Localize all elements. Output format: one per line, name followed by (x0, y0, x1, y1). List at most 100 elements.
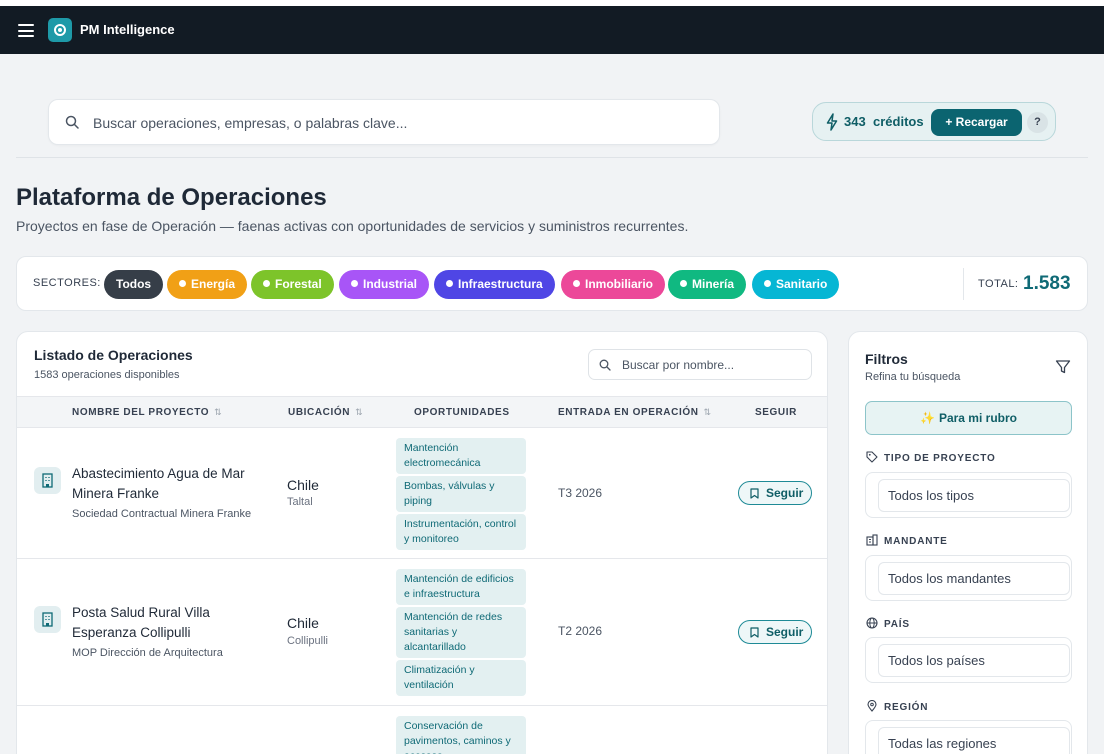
filters-panel: Filtros Refina tu búsqueda ✨ Para mi rubr… (848, 331, 1088, 754)
recharge-button[interactable]: + Recargar (931, 109, 1022, 136)
filter-group-type: Todos los tipos (865, 472, 1072, 518)
column-header-entry[interactable]: ENTRADA EN OPERACIÓN ⇅ (558, 407, 712, 418)
opportunity-tag: Instrumentación, control y monitoreo (396, 514, 526, 550)
rubro-label: Para mi rubro (938, 411, 1017, 425)
project-type-select[interactable]: Todos los tipos (878, 479, 1070, 512)
dot-icon (446, 280, 453, 287)
project-name[interactable]: Posta Salud Rural Villa Esperanza Collip… (72, 603, 272, 643)
column-label: ENTRADA EN OPERACIÓN (558, 407, 699, 418)
filter-group-region: Todas las regiones (865, 720, 1072, 754)
global-search-input[interactable]: Buscar operaciones, empresas, o palabras… (48, 99, 720, 145)
filter-label-text: MANDANTE (884, 536, 948, 547)
opportunity-tag: Conservación de pavimentos, caminos y ac… (396, 716, 526, 754)
opportunity-tag: Mantención de redes sanitarias y alcanta… (396, 607, 526, 658)
top-navbar: PM Intelligence (0, 0, 1104, 54)
credits-count: 343 (844, 114, 866, 129)
building-icon (34, 606, 61, 633)
dot-icon (351, 280, 358, 287)
table-row[interactable]: Abastecimiento Agua de Mar Minera Franke… (17, 429, 827, 559)
filter-label-region: REGIÓN (866, 699, 929, 713)
list-title: Listado de Operaciones (34, 347, 193, 363)
column-label: NOMBRE DEL PROYECTO (72, 407, 210, 418)
header-divider (16, 157, 1088, 158)
table-row[interactable]: Conservación de pavimentos, caminos y ac… (17, 707, 827, 754)
for-my-field-button[interactable]: ✨ Para mi rubro (865, 401, 1072, 435)
building-icon (34, 467, 61, 494)
filter-group-owner: Todos los mandantes (865, 555, 1072, 601)
filter-label-text: TIPO DE PROYECTO (884, 453, 996, 464)
follow-label: Seguir (766, 486, 804, 500)
funnel-icon[interactable] (1055, 359, 1071, 375)
dot-icon (179, 280, 186, 287)
sector-chip-mineria[interactable]: Minería (668, 270, 747, 299)
page-subtitle: Proyectos en fase de Operación — faenas … (16, 218, 689, 234)
entry-date: T2 2026 (558, 624, 603, 638)
chip-label: Inmobiliario (585, 277, 654, 291)
sparkle-icon: ✨ (920, 411, 935, 425)
region-select[interactable]: Todas las regiones (878, 727, 1070, 754)
owner-select[interactable]: Todos los mandantes (878, 562, 1070, 595)
table-row[interactable]: Posta Salud Rural Villa Esperanza Collip… (17, 560, 827, 706)
chip-label: Minería (692, 277, 735, 291)
name-search-input[interactable]: Buscar por nombre... (588, 349, 812, 380)
map-pin-icon (867, 699, 877, 712)
page-title: Plataforma de Operaciones (16, 184, 327, 211)
credits-label: créditos (873, 114, 924, 129)
operations-list-card: Listado de Operaciones 1583 operaciones … (16, 331, 828, 754)
opportunity-tag: Mantención electromecánica (396, 438, 526, 474)
country-select[interactable]: Todos los países (878, 644, 1070, 677)
project-owner: MOP Dirección de Arquitectura (72, 647, 223, 659)
chip-label: Infraestructura (458, 277, 543, 291)
location-city: Taltal (287, 496, 313, 508)
chip-label: Sanitario (776, 277, 828, 291)
chip-label: Energía (191, 277, 236, 291)
filters-subtitle: Refina tu búsqueda (865, 371, 961, 383)
list-subtitle: 1583 operaciones disponibles (34, 369, 180, 381)
location-country: Chile (287, 477, 319, 493)
name-search-placeholder: Buscar por nombre... (622, 358, 735, 372)
credits-widget: 343 créditos + Recargar ? (812, 102, 1056, 141)
total-label: TOTAL: (978, 278, 1019, 290)
total-divider (963, 268, 964, 300)
search-icon (599, 359, 611, 371)
location-country: Chile (287, 615, 319, 631)
follow-button[interactable]: Seguir (738, 620, 812, 644)
sort-icon: ⇅ (214, 407, 223, 417)
help-button[interactable]: ? (1027, 112, 1048, 133)
dot-icon (573, 280, 580, 287)
sector-chip-infraestructura[interactable]: Infraestructura (434, 270, 555, 299)
follow-button[interactable]: Seguir (738, 481, 812, 505)
search-placeholder: Buscar operaciones, empresas, o palabras… (93, 115, 408, 131)
column-label: UBICACIÓN (288, 407, 351, 418)
column-header-location[interactable]: UBICACIÓN ⇅ (288, 407, 363, 418)
filter-group-country: Todos los países (865, 637, 1072, 683)
bookmark-icon (750, 627, 759, 638)
column-header-follow: SEGUIR (755, 407, 797, 418)
chip-label: Industrial (363, 277, 418, 291)
bolt-icon (826, 113, 838, 131)
opportunity-tag: Bombas, válvulas y piping (396, 476, 526, 512)
filter-label-country: PAÍS (866, 617, 910, 630)
chip-label: Forestal (275, 277, 322, 291)
filter-label-owner: MANDANTE (866, 534, 948, 547)
sector-chip-todos[interactable]: Todos (104, 270, 164, 299)
chip-label: Todos (116, 277, 152, 291)
sector-chip-forestal[interactable]: Forestal (251, 270, 334, 299)
sector-chip-sanitario[interactable]: Sanitario (752, 270, 840, 299)
sector-filter-bar: SECTORES: Todos Energía Forestal Industr… (16, 256, 1088, 311)
dot-icon (263, 280, 270, 287)
filter-label-type: TIPO DE PROYECTO (866, 451, 996, 464)
column-header-name[interactable]: NOMBRE DEL PROYECTO ⇅ (72, 407, 222, 418)
project-name[interactable]: Abastecimiento Agua de Mar Minera Franke (72, 464, 272, 504)
sector-chip-industrial[interactable]: Industrial (339, 270, 430, 299)
filter-label-text: PAÍS (884, 619, 910, 630)
sector-chip-energia[interactable]: Energía (167, 270, 248, 299)
filters-title: Filtros (865, 351, 908, 367)
sector-chip-inmobiliario[interactable]: Inmobiliario (561, 270, 666, 299)
menu-icon[interactable] (18, 24, 34, 37)
brand-name: PM Intelligence (80, 22, 175, 37)
sectors-label: SECTORES: (33, 277, 101, 289)
follow-label: Seguir (766, 625, 804, 639)
filter-label-text: REGIÓN (884, 702, 929, 713)
location-city: Collipulli (287, 635, 328, 647)
